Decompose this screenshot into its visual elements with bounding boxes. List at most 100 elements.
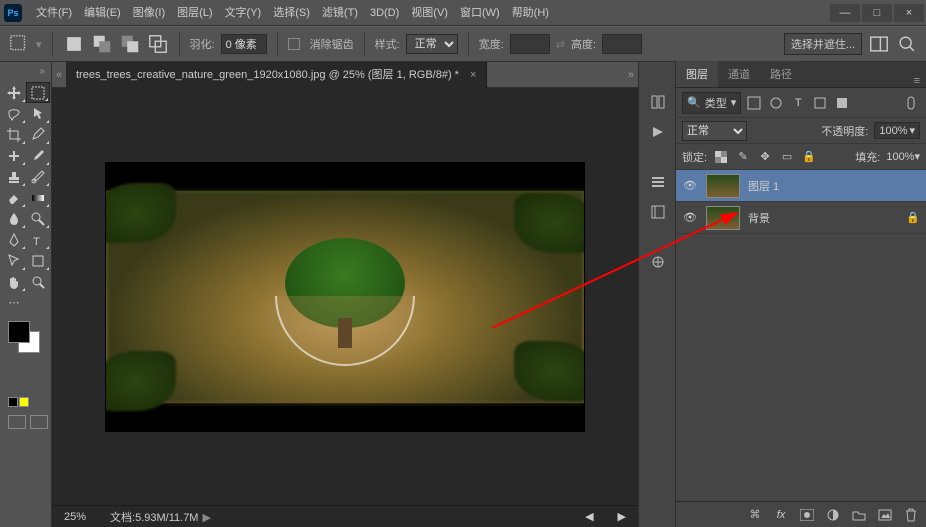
menu-filter[interactable]: 滤镜(T) xyxy=(316,0,364,26)
select-and-mask-button[interactable]: 选择并遮住... xyxy=(784,33,862,55)
dock-icon-play[interactable] xyxy=(639,118,677,146)
dock-icon-adjustments[interactable] xyxy=(639,248,677,276)
opacity-input[interactable]: 100%▾ xyxy=(874,122,920,139)
lock-all-icon[interactable]: 🔒 xyxy=(801,149,817,165)
lasso-tool[interactable] xyxy=(2,103,26,124)
quick-select-tool[interactable] xyxy=(26,103,50,124)
blend-mode-select[interactable]: 正常 xyxy=(682,121,747,141)
stamp-tool[interactable] xyxy=(2,166,26,187)
group-icon[interactable] xyxy=(850,506,868,524)
eraser-tool[interactable] xyxy=(2,187,26,208)
new-selection-icon[interactable] xyxy=(63,33,85,55)
adjustment-layer-icon[interactable] xyxy=(824,506,842,524)
blur-tool[interactable] xyxy=(2,208,26,229)
shape-tool[interactable] xyxy=(26,250,50,271)
maximize-button[interactable]: □ xyxy=(862,4,892,22)
dock-icon-learn[interactable] xyxy=(639,88,677,116)
menu-type[interactable]: 文字(Y) xyxy=(219,0,268,26)
layer-thumbnail[interactable] xyxy=(706,206,740,230)
visibility-icon[interactable]: 👁 xyxy=(682,179,698,192)
menu-image[interactable]: 图像(I) xyxy=(127,0,171,26)
marquee-tool[interactable] xyxy=(26,82,50,103)
healing-tool[interactable] xyxy=(2,145,26,166)
crop-tool[interactable] xyxy=(2,124,26,145)
mini-swatch-1[interactable] xyxy=(8,397,18,407)
layer-style-icon[interactable]: fx xyxy=(772,506,790,524)
history-brush-tool[interactable] xyxy=(26,166,50,187)
menu-view[interactable]: 视图(V) xyxy=(405,0,454,26)
document-tab[interactable]: trees_trees_creative_nature_green_1920x1… xyxy=(66,62,487,88)
filter-toggle-icon[interactable] xyxy=(902,94,920,112)
panel-menu-icon[interactable]: ≡ xyxy=(908,75,926,87)
layer-name[interactable]: 图层 1 xyxy=(748,178,779,194)
layer-mask-icon[interactable] xyxy=(798,506,816,524)
hand-tool[interactable] xyxy=(2,271,26,292)
menu-3d[interactable]: 3D(D) xyxy=(364,0,405,26)
new-layer-icon[interactable] xyxy=(876,506,894,524)
tool-preset-button[interactable] xyxy=(8,33,30,55)
menu-window[interactable]: 窗口(W) xyxy=(454,0,506,26)
foreground-swatch[interactable] xyxy=(8,321,30,343)
menu-edit[interactable]: 编辑(E) xyxy=(78,0,127,26)
tab-next-icon[interactable]: » xyxy=(624,69,638,81)
color-swatches[interactable] xyxy=(2,321,49,357)
zoom-tool[interactable] xyxy=(26,271,50,292)
brush-tool[interactable] xyxy=(26,145,50,166)
layer-row[interactable]: 👁 背景 🔒 xyxy=(676,202,926,234)
lock-position-icon[interactable]: ✥ xyxy=(757,149,773,165)
type-tool[interactable]: T xyxy=(26,229,50,250)
fill-input[interactable]: 100%▾ xyxy=(886,150,920,163)
delete-layer-icon[interactable] xyxy=(902,506,920,524)
lock-artboard-icon[interactable]: ▭ xyxy=(779,149,795,165)
close-tab-icon[interactable]: × xyxy=(470,69,476,81)
intersect-selection-icon[interactable] xyxy=(147,33,169,55)
path-select-tool[interactable] xyxy=(2,250,26,271)
move-tool[interactable] xyxy=(2,82,26,103)
edit-toolbar-icon[interactable]: ⋯ xyxy=(2,292,26,313)
layer-row[interactable]: 👁 图层 1 xyxy=(676,170,926,202)
zoom-level[interactable]: 25% xyxy=(64,511,86,523)
scroll-right-icon[interactable]: ▶ xyxy=(618,510,626,523)
tab-prev-icon[interactable]: « xyxy=(52,69,66,81)
close-button[interactable]: × xyxy=(894,4,924,22)
lock-transparency-icon[interactable] xyxy=(713,149,729,165)
add-selection-icon[interactable] xyxy=(91,33,113,55)
tab-paths[interactable]: 路径 xyxy=(760,61,802,87)
dodge-tool[interactable] xyxy=(26,208,50,229)
minimize-button[interactable]: — xyxy=(830,4,860,22)
visibility-icon[interactable]: 👁 xyxy=(682,211,698,224)
eyedropper-tool[interactable] xyxy=(26,124,50,145)
toolbox-collapse-icon[interactable]: » xyxy=(2,66,49,82)
search-icon[interactable] xyxy=(896,33,918,55)
layer-filter-select[interactable]: 🔍类型▾ xyxy=(682,92,741,114)
menu-select[interactable]: 选择(S) xyxy=(267,0,316,26)
link-layers-icon[interactable]: ⌘ xyxy=(746,506,764,524)
filter-smart-icon[interactable] xyxy=(833,94,851,112)
status-menu-icon[interactable]: ▶ xyxy=(202,512,210,524)
feather-input[interactable] xyxy=(221,34,267,54)
menu-layer[interactable]: 图层(L) xyxy=(171,0,218,26)
menu-file[interactable]: 文件(F) xyxy=(30,0,78,26)
subtract-selection-icon[interactable] xyxy=(119,33,141,55)
canvas[interactable] xyxy=(52,88,638,505)
dock-icon-properties[interactable] xyxy=(639,198,677,226)
filter-adjustment-icon[interactable] xyxy=(767,94,785,112)
quickmask-mode-icon[interactable] xyxy=(30,415,48,429)
mini-swatch-2[interactable] xyxy=(19,397,29,407)
scroll-left-icon[interactable]: ◀ xyxy=(585,510,593,523)
filter-type-icon[interactable]: T xyxy=(789,94,807,112)
layer-name[interactable]: 背景 xyxy=(748,210,770,226)
layer-thumbnail[interactable] xyxy=(706,174,740,198)
workspace-icon[interactable] xyxy=(868,33,890,55)
tab-layers[interactable]: 图层 xyxy=(676,61,718,87)
dock-icon-history[interactable] xyxy=(639,168,677,196)
gradient-tool[interactable] xyxy=(26,187,50,208)
filter-pixel-icon[interactable] xyxy=(745,94,763,112)
pen-tool[interactable] xyxy=(2,229,26,250)
tab-channels[interactable]: 通道 xyxy=(718,61,760,87)
standard-mode-icon[interactable] xyxy=(8,415,26,429)
lock-image-icon[interactable]: ✎ xyxy=(735,149,751,165)
menu-help[interactable]: 帮助(H) xyxy=(506,0,555,26)
style-select[interactable]: 正常 xyxy=(406,34,458,54)
filter-shape-icon[interactable] xyxy=(811,94,829,112)
